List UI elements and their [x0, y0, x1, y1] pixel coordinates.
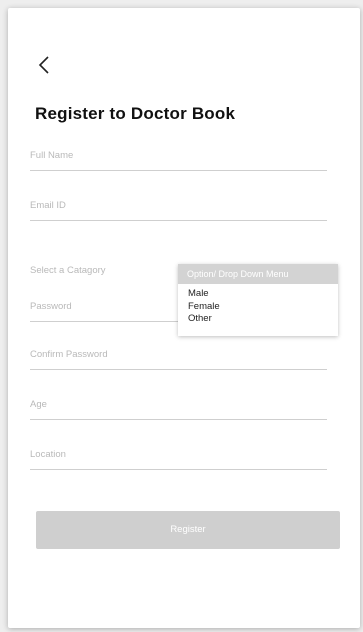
register-screen: Register to Doctor Book Full Name Email …	[8, 8, 360, 628]
confirm-password-field[interactable]: Confirm Password	[30, 349, 327, 370]
location-field[interactable]: Location	[30, 449, 327, 470]
category-dropdown[interactable]: Option/ Drop Down Menu Male Female Other	[178, 264, 338, 336]
age-field[interactable]: Age	[30, 399, 327, 420]
back-button[interactable]	[34, 54, 56, 76]
dropdown-option-female[interactable]: Female	[178, 301, 338, 314]
dropdown-header[interactable]: Option/ Drop Down Menu	[178, 264, 338, 284]
page-title: Register to Doctor Book	[35, 104, 236, 123]
dropdown-option-other[interactable]: Other	[178, 313, 338, 326]
email-placeholder: Email ID	[30, 200, 66, 211]
age-placeholder: Age	[30, 399, 47, 410]
category-label: Select a Catagory	[30, 265, 106, 276]
full-name-placeholder: Full Name	[30, 150, 74, 161]
password-placeholder: Password	[30, 301, 72, 312]
register-button[interactable]: Register	[36, 511, 340, 549]
location-placeholder: Location	[30, 449, 66, 460]
email-field[interactable]: Email ID	[30, 200, 327, 221]
confirm-password-placeholder: Confirm Password	[30, 349, 108, 360]
dropdown-option-male[interactable]: Male	[178, 288, 338, 301]
chevron-left-icon	[38, 56, 49, 74]
full-name-field[interactable]: Full Name	[30, 150, 327, 171]
